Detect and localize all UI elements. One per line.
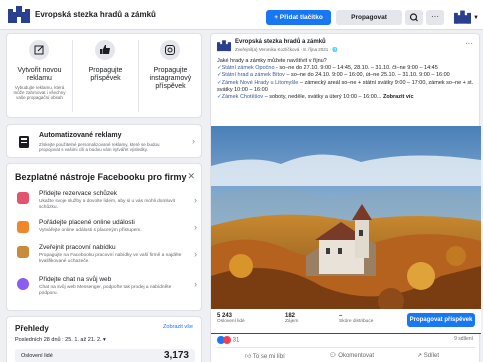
- thumbs-up-icon: 👍︎: [245, 354, 253, 360]
- action-title: Propagujte příspěvek: [88, 67, 123, 82]
- see-all-link[interactable]: Zobrazit vše: [163, 324, 193, 330]
- share-label: Sdílet: [423, 353, 440, 359]
- share-icon: ↗: [417, 353, 424, 359]
- post-line-text: – so–ne do 24.10. 9:00 – 16:00, út–ne 25…: [284, 72, 450, 79]
- add-button[interactable]: + Přidat tlačítko: [266, 10, 331, 25]
- tool-title: Přidejte rezervace schůzek: [39, 190, 118, 197]
- chevron-down-icon[interactable]: ▼: [473, 15, 479, 21]
- like-label: To se mi líbí: [252, 354, 285, 360]
- chevron-right-icon: ›: [194, 249, 197, 259]
- briefcase-icon: [17, 246, 29, 258]
- calendar-icon: [17, 192, 29, 204]
- castle-photo[interactable]: [211, 126, 481, 334]
- tool-paid-events[interactable]: Pořádejte placené online události Vytvář…: [7, 217, 203, 245]
- chevron-right-icon: ›: [192, 136, 195, 146]
- post-line: Jaké hrady a zámky můžete navštívit v ří…: [217, 58, 327, 64]
- post-line: ✓Státní zámek Opočno - so–ne do 27.10. 9…: [217, 65, 477, 72]
- top-bar: Evropská stezka hradů a zámků + Přidat t…: [0, 0, 483, 30]
- tool-subtitle: Chat na svůj web Messenger, podpořte tak…: [39, 285, 172, 296]
- distribution-label: Skóre distribuce: [339, 319, 374, 324]
- metric-value: 3,173: [163, 350, 189, 361]
- post-meta: Zveřejnil(a) Veronika Kozlíčková · 8. ří…: [235, 47, 338, 52]
- post-options-icon[interactable]: ···: [465, 39, 473, 48]
- insights-card: Přehledy Zobrazit vše Posledních 28 dnů …: [6, 316, 202, 362]
- post-link[interactable]: ✓Státní hrad a zámek Bítov: [217, 72, 285, 78]
- see-more-link[interactable]: Zobrazit víc: [383, 94, 414, 100]
- search-icon: [409, 13, 418, 22]
- insights-heading: Přehledy: [15, 324, 49, 333]
- reached-stat: 5 243 Oslovení lidé: [217, 313, 245, 324]
- edit-icon: [29, 40, 49, 60]
- promote-button[interactable]: Propagovat: [336, 10, 402, 25]
- engagement-stat: 182 Zájem: [285, 313, 298, 324]
- metric-row[interactable]: Oslovení lidé 3,173: [15, 349, 195, 362]
- more-options-button[interactable]: ···: [426, 10, 444, 25]
- search-button[interactable]: [405, 10, 423, 25]
- post-line-text: - so–ne do 27.10. 9:00 – 14:45, 28.10. –…: [274, 65, 438, 72]
- reached-label: Oslovení lidé: [217, 319, 245, 324]
- boost-instagram-action[interactable]: Propagujte instagramový příspěvek: [138, 34, 203, 119]
- automated-ads-icon: [19, 136, 29, 148]
- like-button[interactable]: 👍︎ To se mi líbí: [245, 352, 285, 360]
- thumbs-up-icon: [95, 40, 115, 60]
- free-tools-card: Bezplatné nástroje Facebooku pro firmy ✕…: [6, 163, 202, 311]
- automated-ads-title: Automatizované reklamy: [39, 132, 122, 139]
- post-line-text: – soboty, neděle, svátky a úterý 10:00 –…: [263, 94, 382, 101]
- action-title: Vytvořit novou reklamu: [17, 67, 62, 82]
- tool-appointments[interactable]: Přidejte rezervace schůzek Ukažte svoje …: [7, 188, 203, 216]
- post-link[interactable]: ✓Zámek Nové Hrady u Litomyšle: [217, 80, 298, 86]
- engagement-label: Zájem: [285, 319, 299, 324]
- create-ad-action[interactable]: Vytvořit novou reklamu Vybudujte reklamu…: [7, 34, 72, 119]
- tool-title: Pořádejte placené online události: [39, 219, 135, 226]
- share-button[interactable]: ↗ Sdílet: [417, 352, 439, 359]
- account-avatar-icon[interactable]: [454, 9, 471, 26]
- close-icon[interactable]: ✕: [187, 171, 195, 182]
- chevron-right-icon: ›: [194, 195, 197, 205]
- automated-ads-card[interactable]: Automatizované reklamy Získejte použitel…: [6, 124, 202, 158]
- automated-ads-subtitle: Získejte použitelné personalizované rekl…: [39, 142, 160, 152]
- tool-web-chat[interactable]: Přidejte chat na svůj web Chat na svůj w…: [7, 274, 203, 302]
- reactions-summary[interactable]: 31: [217, 336, 239, 344]
- tools-heading: Bezplatné nástroje Facebooku pro firmy: [15, 172, 187, 182]
- distribution-stat: – Skóre distribuce: [339, 313, 373, 324]
- messenger-icon: [17, 278, 29, 290]
- post-text: Jaké hrady a zámky můžete navštívit v ří…: [217, 58, 477, 101]
- post-line: ✓Zámek Nové Hrady u Litomyšle – zámecký …: [217, 80, 477, 94]
- metric-label: Oslovení lidé: [21, 353, 53, 359]
- page-title[interactable]: Evropská stezka hradů a zámků: [35, 10, 156, 19]
- page-logo-icon[interactable]: [8, 6, 30, 24]
- date-range-dropdown[interactable]: Posledních 28 dnů : 25. 1. až 21. 2. ▾: [15, 337, 106, 343]
- boost-post-button[interactable]: Propagovat příspěvek: [407, 313, 475, 327]
- instagram-icon: [160, 40, 180, 60]
- post-author-avatar[interactable]: [217, 39, 231, 53]
- ticket-icon: [17, 221, 29, 233]
- shares-count[interactable]: 9 sdílení: [454, 336, 473, 342]
- tool-title: Přidejte chat na svůj web: [39, 276, 112, 283]
- post-author[interactable]: Evropská stezka hradů a zámků: [235, 39, 326, 45]
- tool-subtitle: Propagujte na Facebooku pracovní nabídky…: [39, 253, 182, 264]
- post-line: ✓Státní hrad a zámek Bítov – so–ne do 24…: [217, 72, 477, 79]
- reaction-count: 31: [232, 337, 240, 344]
- post-line: ✓Zámek Chotěšov – soboty, neděle, svátky…: [217, 94, 477, 101]
- post-action-bar: 👍︎ To se mi líbí 💬︎ Okomentovat ↗ Sdílet: [217, 347, 475, 362]
- tool-subtitle: Ukažte svoje služby a dovolte lidem, aby…: [39, 199, 175, 210]
- boost-post-action[interactable]: Propagujte příspěvek: [73, 34, 138, 119]
- chevron-right-icon: ›: [194, 222, 197, 232]
- comment-icon: 💬︎: [329, 353, 339, 359]
- action-title: Propagujte instagramový příspěvek: [149, 67, 192, 90]
- chevron-right-icon: ›: [194, 279, 197, 289]
- post-card: Evropská stezka hradů a zámků Zveřejnil(…: [210, 33, 481, 362]
- ad-actions-card: Vytvořit novou reklamu Vybudujte reklamu…: [6, 33, 202, 118]
- action-subtitle: Vybudujte reklamu, která může zahrnovat …: [13, 85, 66, 100]
- comment-button[interactable]: 💬︎ Okomentovat: [329, 352, 374, 359]
- tool-job-posting[interactable]: Zveřejnit pracovní nabídku Propagujte na…: [7, 242, 203, 270]
- post-link[interactable]: ✓Zámek Chotěšov: [217, 94, 263, 100]
- comment-label: Okomentovat: [338, 353, 374, 359]
- post-link[interactable]: ✓Státní zámek Opočno: [217, 65, 275, 71]
- love-reaction-icon: [223, 336, 231, 344]
- post-stats: 5 243 Oslovení lidé 182 Zájem – Skóre di…: [211, 309, 481, 333]
- tool-title: Zveřejnit pracovní nabídku: [39, 244, 116, 251]
- tool-subtitle: Vytvářejte online události s placeným př…: [39, 228, 142, 233]
